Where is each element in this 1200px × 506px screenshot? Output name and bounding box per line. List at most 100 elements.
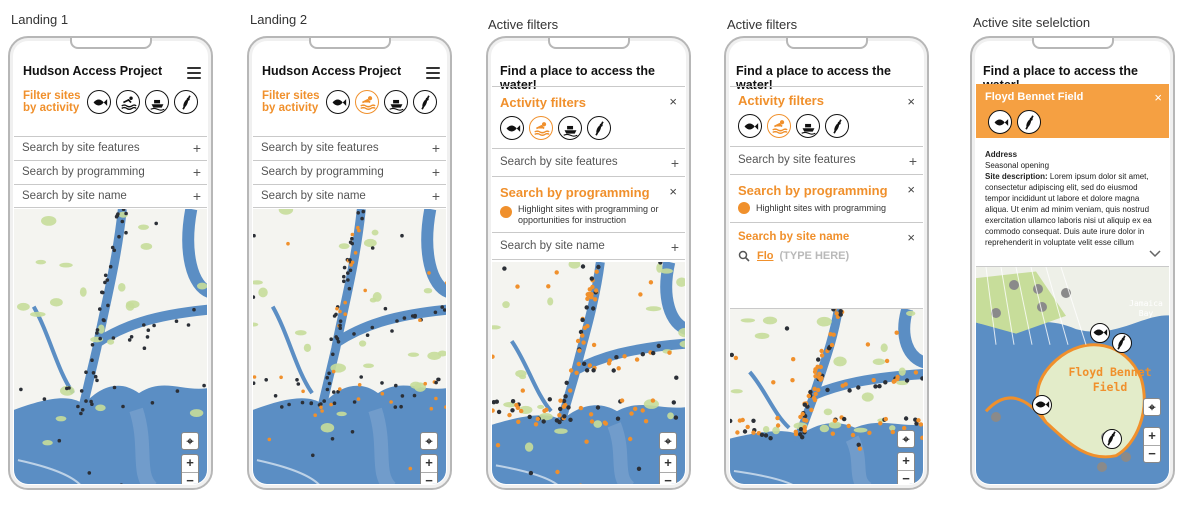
map-site-dot[interactable] [150, 401, 155, 405]
map-site-dot[interactable] [856, 442, 861, 447]
fishing-icon[interactable] [738, 114, 762, 138]
map-site-dot[interactable] [575, 338, 581, 344]
map-site-dot[interactable] [798, 432, 803, 437]
map-site-dot[interactable] [400, 394, 405, 398]
search-site-features-row[interactable]: Search by site features + [14, 136, 207, 160]
map-site-dot[interactable] [103, 273, 108, 278]
map-site-dot[interactable] [1033, 284, 1043, 294]
map-site-dot[interactable] [356, 211, 360, 215]
search-programming-row[interactable]: Search by programming + [14, 160, 207, 184]
map-site-dot[interactable] [802, 402, 807, 407]
map-site-dot[interactable] [338, 387, 342, 391]
map-site-dot[interactable] [913, 370, 919, 375]
swimming-icon[interactable] [529, 116, 553, 140]
map-site-dot[interactable] [771, 380, 776, 385]
map-site-dot[interactable] [19, 387, 23, 392]
map-site-dot[interactable] [582, 325, 587, 330]
map-site-dot[interactable] [1009, 280, 1019, 290]
map-view[interactable] [730, 308, 923, 484]
map-site-dot[interactable] [98, 307, 102, 311]
map-site-dot[interactable] [634, 357, 640, 362]
map-site-dot[interactable] [408, 466, 413, 471]
map-site-dot[interactable] [580, 333, 585, 338]
map-site-dot[interactable] [348, 240, 353, 245]
map-site-dot[interactable] [916, 418, 921, 423]
map-site-dot[interactable] [80, 408, 85, 412]
map-site-dot[interactable] [816, 387, 821, 393]
map-site-dot[interactable] [350, 430, 355, 434]
map-site-dot[interactable] [667, 350, 672, 355]
map-site-dot[interactable] [730, 418, 733, 424]
map-site-dot[interactable] [629, 411, 634, 416]
map-site-dot[interactable] [87, 471, 92, 475]
map-site-dot[interactable] [295, 378, 299, 382]
map-site-dot[interactable] [735, 430, 740, 435]
map-site-dot[interactable] [91, 371, 96, 375]
boating-icon[interactable] [796, 114, 820, 138]
map-site-dot[interactable] [829, 342, 835, 348]
expand-icon[interactable]: + [432, 161, 440, 184]
search-site-name-row[interactable]: Search by site name + [14, 184, 207, 208]
map-site-dot[interactable] [357, 228, 361, 233]
map-site-dot[interactable] [742, 429, 748, 434]
map-site-dot[interactable] [651, 350, 656, 356]
map-site-dot[interactable] [606, 361, 612, 366]
map-site-dot[interactable] [334, 312, 338, 317]
map-site-dot[interactable] [348, 258, 352, 262]
map-site-dot[interactable] [343, 312, 347, 316]
map-site-dot[interactable] [496, 409, 502, 415]
map-site-dot[interactable] [828, 332, 833, 337]
map-site-dot[interactable] [763, 433, 769, 438]
map-site-dot[interactable] [510, 408, 515, 413]
expand-icon[interactable]: + [909, 148, 917, 175]
map-site-dot[interactable] [400, 233, 404, 238]
map-site-dot[interactable] [640, 408, 645, 413]
close-icon[interactable]: × [669, 94, 677, 109]
search-input-value[interactable]: Flo [757, 250, 774, 262]
map-site-dot[interactable] [584, 368, 590, 373]
kayaking-icon[interactable] [174, 90, 198, 114]
map-site-dot[interactable] [253, 375, 257, 379]
map-site-dot[interactable] [390, 329, 394, 333]
map-site-dot[interactable] [121, 404, 125, 409]
map-site-dot[interactable] [112, 385, 117, 390]
map-site-dot[interactable] [809, 407, 814, 413]
search-site-name-row[interactable]: Search by site name + [253, 184, 446, 208]
map-site-dot[interactable] [846, 423, 851, 429]
map-site-dot[interactable] [818, 364, 823, 370]
map-site-dot[interactable] [558, 398, 563, 403]
map-site-dot[interactable] [342, 279, 346, 284]
map-site-dot[interactable] [832, 418, 838, 423]
map-site-dot[interactable] [253, 381, 256, 385]
map-site-dot[interactable] [105, 278, 110, 282]
site-name-search-field[interactable]: Flo (TYPE HERE) [738, 250, 915, 262]
map-site-dot[interactable] [865, 342, 871, 347]
map-site-dot[interactable] [286, 241, 290, 246]
map-site-dot[interactable] [331, 369, 336, 374]
map-site-dot[interactable] [603, 421, 608, 426]
map-site-dot[interactable] [98, 336, 102, 341]
map-site-dot[interactable] [434, 380, 438, 385]
zoom-out-button[interactable]: − [660, 472, 676, 484]
map-site-dot[interactable] [1097, 462, 1107, 472]
map-site-dot[interactable] [332, 401, 337, 405]
map-site-dot[interactable] [175, 389, 180, 393]
map-site-dot[interactable] [595, 405, 601, 410]
map-site-dot[interactable] [582, 361, 587, 366]
map-site-dot[interactable] [520, 388, 525, 393]
map-site-dot[interactable] [320, 409, 324, 413]
map-site-dot[interactable] [380, 381, 384, 385]
map-site-dot[interactable] [589, 419, 595, 424]
map-site-dot[interactable] [108, 264, 113, 269]
fishing-marker-icon[interactable] [1090, 323, 1110, 343]
menu-icon[interactable] [426, 67, 440, 79]
map-site-dot[interactable] [93, 374, 98, 379]
map-site-dot[interactable] [813, 391, 818, 397]
map-site-dot[interactable] [356, 397, 361, 401]
swimming-icon[interactable] [355, 90, 379, 114]
map-site-dot[interactable] [918, 422, 923, 427]
map-site-dot[interactable] [615, 416, 621, 421]
map-site-dot[interactable] [745, 424, 750, 430]
map-site-dot[interactable] [502, 266, 507, 271]
map-site-dot[interactable] [636, 466, 642, 471]
